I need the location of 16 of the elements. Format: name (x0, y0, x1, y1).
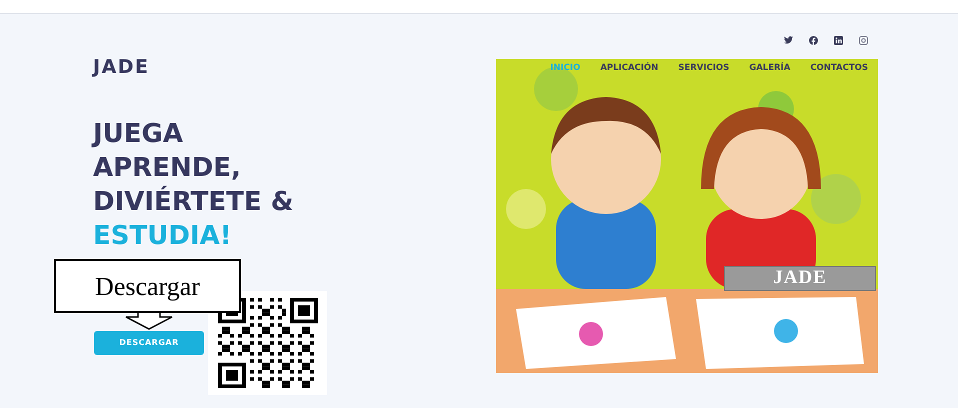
image-label: JADE (724, 266, 876, 291)
callout-box: Descargar (54, 259, 241, 313)
twitter-icon[interactable] (784, 36, 793, 44)
nav-link[interactable]: SERVICIOS (678, 62, 730, 75)
facebook-icon[interactable] (809, 36, 818, 45)
nav-link[interactable]: CONTACTOS (810, 62, 868, 75)
brand-logo[interactable]: JADE (93, 58, 496, 77)
instagram-icon[interactable] (859, 36, 868, 45)
headline-line: ESTUDIA! (93, 220, 232, 253)
down-arrow-icon (124, 312, 174, 330)
nav-link[interactable]: APLICACIÓN (600, 62, 658, 75)
nav-link[interactable]: GALERÍA (749, 62, 790, 75)
linkedin-icon[interactable] (834, 36, 843, 45)
headline-line: JUEGA (93, 118, 184, 151)
headline-line: APRENDE, (93, 152, 241, 185)
headline-line: DIVIÉRTETE & (93, 185, 294, 219)
